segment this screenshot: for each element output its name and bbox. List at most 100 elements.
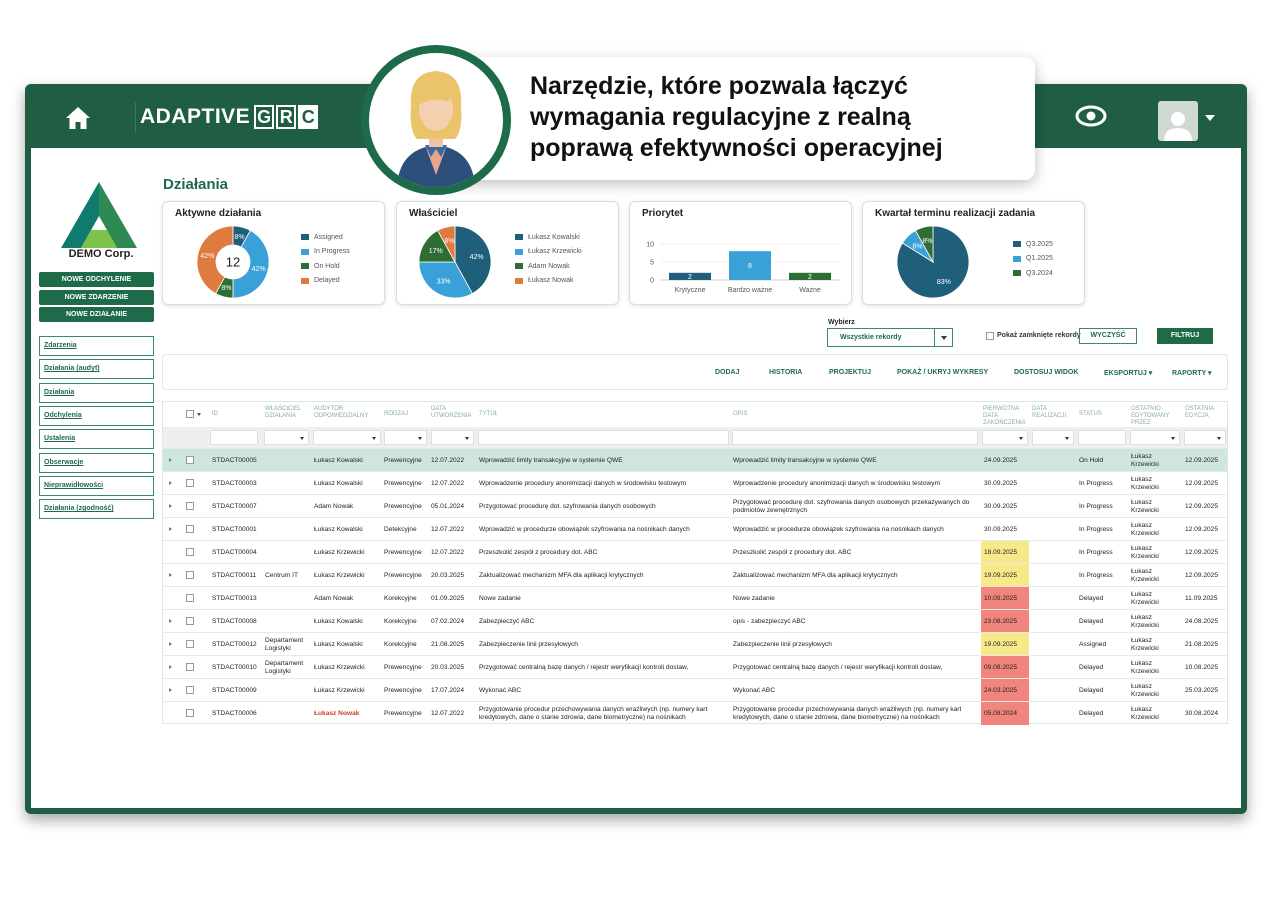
column-header[interactable]: PIERWOTNA DATA ZAKOŃCZENIA [983, 406, 1029, 427]
expand-icon[interactable] [169, 527, 172, 531]
chevron-down-icon[interactable] [934, 329, 952, 346]
row-checkbox[interactable] [186, 617, 194, 625]
column-header[interactable]: AUDYTOR ODPOWIEDZIALNY [314, 406, 370, 420]
column-header[interactable]: OPIS [733, 411, 747, 418]
row-checkbox[interactable] [186, 709, 194, 717]
row-checkbox[interactable] [186, 640, 194, 648]
toggle-charts-button[interactable]: POKAŻ / UKRYJ WYKRESY [897, 369, 988, 376]
filter-owner[interactable] [264, 430, 309, 445]
filter-created[interactable] [431, 430, 474, 445]
cell-status: Delayed [1079, 709, 1104, 717]
history-button[interactable]: HISTORIA [769, 369, 802, 376]
new-deviation-button[interactable]: NOWE ODCHYLENIE [39, 272, 154, 287]
sidebar-item-odchylenia[interactable]: Odchylenia [39, 406, 154, 426]
sidebar-item-obserwacje[interactable]: Obserwacje [39, 453, 154, 473]
home-button[interactable] [47, 98, 109, 138]
sidebar-item-dzialania-audyt[interactable]: Działania (audyt) [39, 359, 154, 379]
expand-icon[interactable] [169, 573, 172, 577]
filter-orig-date[interactable] [982, 430, 1028, 445]
row-checkbox[interactable] [186, 456, 194, 464]
column-header[interactable]: WŁAŚCICIEL DZIAŁANIA [265, 406, 309, 420]
cell-id: STDACT00001 [212, 525, 257, 533]
eye-button[interactable] [1075, 104, 1115, 132]
filter-button[interactable]: FILTRUJ [1157, 328, 1213, 344]
filter-input-status[interactable] [1078, 430, 1126, 445]
customize-view-button[interactable]: DOSTOSUJ WIDOK [1014, 369, 1078, 376]
filter-input-id[interactable] [210, 430, 258, 445]
sidebar-item-ustalenia[interactable]: Ustalenia [39, 429, 154, 449]
sidebar-item-nieprawidlowosci[interactable]: Nieprawidłowości [39, 476, 154, 496]
filter-input-title[interactable] [478, 430, 729, 445]
table-row[interactable]: STDACT00012 Departament Logistyki Łukasz K… [163, 632, 1227, 656]
expand-icon[interactable] [169, 504, 172, 508]
table-row[interactable]: STDACT00004 Łukasz Krzewicki Prewencyjne 12… [163, 540, 1227, 564]
table-row[interactable]: STDACT00007 Adam Nowak Prewencyjne 05.01.20… [163, 494, 1227, 517]
filter-editor[interactable] [1130, 430, 1180, 445]
column-header[interactable]: DATA REALIZACJI [1032, 406, 1072, 420]
table-row[interactable]: STDACT00010 Departament Logistyki Łukasz K… [163, 655, 1227, 679]
row-checkbox[interactable] [186, 663, 194, 671]
add-button[interactable]: DODAJ [715, 369, 740, 376]
expand-icon[interactable] [169, 665, 172, 669]
row-checkbox[interactable] [186, 525, 194, 533]
records-select[interactable]: Wszystkie rekordy [827, 328, 953, 347]
table-row[interactable]: STDACT00013 Adam Nowak Korekcyjne 01.09.202… [163, 586, 1227, 610]
chevron-down-icon[interactable] [1205, 115, 1215, 121]
column-header[interactable]: TYTUŁ [479, 411, 498, 418]
sidebar-item-dzialania-zgodnosc[interactable]: Działania (zgodność) [39, 499, 154, 519]
cell-orig-date: 19.09.2025 [981, 633, 1029, 656]
cell-type: Korekcyjne [384, 594, 417, 602]
brand-logo[interactable]: ADAPTIVE G R C [135, 102, 320, 132]
new-action-button[interactable]: NOWE DZIAŁANIE [39, 307, 154, 322]
filter-done-date[interactable] [1032, 430, 1074, 445]
row-checkbox[interactable] [186, 594, 194, 602]
row-checkbox[interactable] [186, 571, 194, 579]
column-header[interactable]: STATUS [1079, 411, 1102, 418]
sidebar-item-dzialania[interactable]: Działania [39, 383, 154, 403]
records-select-value: Wszystkie rekordy [840, 334, 902, 341]
column-header[interactable]: ID [212, 411, 218, 418]
expand-icon[interactable] [169, 619, 172, 623]
table-row[interactable]: STDACT00003 Łukasz Kowalski Prewencyjne 12.… [163, 471, 1227, 494]
filter-auditor[interactable] [313, 430, 381, 445]
row-checkbox[interactable] [186, 686, 194, 694]
new-event-button[interactable]: NOWE ZDARZENIE [39, 290, 154, 305]
table-row[interactable]: STDACT00009 Łukasz Krzewicki Prewencyjne 17… [163, 678, 1227, 702]
filter-last-edit[interactable] [1184, 430, 1226, 445]
chevron-down-icon[interactable] [197, 413, 201, 416]
row-checkbox[interactable] [186, 479, 194, 487]
cell-type: Prewencyjne [384, 479, 422, 487]
reports-button[interactable]: RAPORTY ▾ [1172, 369, 1212, 377]
widget-title: Aktywne działania [175, 208, 262, 219]
table-row[interactable]: STDACT00008 Łukasz Kowalski Korekcyjne 07.0… [163, 609, 1227, 633]
expand-icon[interactable] [169, 642, 172, 646]
active-actions-widget: Aktywne działania 8% 42% 8% 42% 12 Assigned … [162, 201, 385, 305]
filter-input-description[interactable] [732, 430, 978, 445]
cell-type: Prewencyjne [384, 548, 422, 556]
cell-title: Wprowadzenie procedury anonimizacji dany… [479, 479, 687, 487]
table-row[interactable]: STDACT00011 Centrum IT Łukasz Krzewicki Pre… [163, 563, 1227, 587]
column-header[interactable]: DATA UTWORZENIA [431, 406, 475, 420]
expand-icon[interactable] [169, 458, 172, 462]
export-button[interactable]: EKSPORTUJ ▾ [1104, 369, 1152, 377]
row-checkbox[interactable] [186, 548, 194, 556]
user-avatar[interactable] [1158, 101, 1198, 141]
expand-icon[interactable] [169, 688, 172, 692]
quarter-legend: Q3.2025 Q1.2025 Q3.2024 [1013, 237, 1053, 281]
expand-icon[interactable] [169, 481, 172, 485]
column-header[interactable]: OSTATNIA EDYCJA [1185, 406, 1221, 420]
sidebar-item-zdarzenia[interactable]: Zdarzenia [39, 336, 154, 356]
table-row[interactable]: STDACT00001 Łukasz Kowalski Detekcyjne 12.0… [163, 517, 1227, 540]
filter-type[interactable] [384, 430, 427, 445]
show-closed-checkbox[interactable] [986, 332, 994, 340]
select-all-checkbox[interactable] [186, 410, 194, 418]
column-header[interactable]: OSTATNIO EDYTOWANY PRZEZ [1131, 406, 1177, 427]
cell-owner: Centrum IT [265, 571, 298, 579]
column-header[interactable]: RODZAJ [384, 411, 408, 418]
clear-button[interactable]: WYCZYŚĆ [1079, 328, 1137, 344]
row-checkbox[interactable] [186, 502, 194, 510]
table-row[interactable]: STDACT00005 Łukasz Kowalski Prewencyjne 12.… [163, 448, 1227, 471]
table-row[interactable]: STDACT00006 Łukasz Nowak Prewencyjne 12.07.… [163, 701, 1227, 725]
legend-label: Q1.2025 [1026, 255, 1053, 263]
design-button[interactable]: PROJEKTUJ [829, 369, 871, 376]
